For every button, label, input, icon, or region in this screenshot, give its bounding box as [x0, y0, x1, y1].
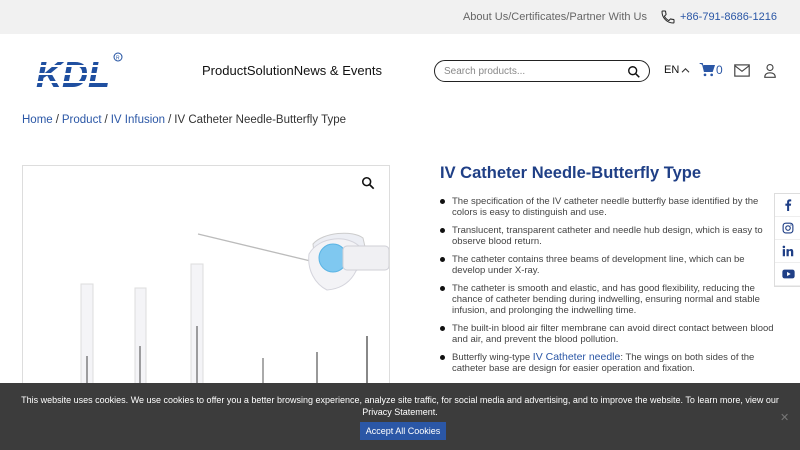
feature-item: The built-in blood air filter membrane c…	[440, 323, 776, 345]
facebook-icon[interactable]	[775, 194, 800, 217]
kdl-logo[interactable]: KDL R	[34, 51, 124, 93]
accept-cookies-button[interactable]: Accept All Cookies	[360, 422, 446, 440]
social-sidebar	[774, 193, 800, 287]
nav-solution[interactable]: Solution	[247, 63, 294, 78]
cookie-banner: This website uses cookies. We use cookie…	[0, 383, 800, 450]
linkedin-icon[interactable]	[775, 240, 800, 263]
cart-button[interactable]: 0	[699, 62, 723, 77]
product-title: IV Catheter Needle-Butterfly Type	[440, 164, 702, 182]
breadcrumb: Home / Product / IV Infusion / IV Cathet…	[22, 114, 346, 126]
butterfly-catheter	[197, 232, 389, 291]
main-nav: Product Solution News & Events	[202, 63, 382, 78]
certificates-link[interactable]: Certificates	[511, 11, 566, 23]
feature-item: The catheter contains three beams of dev…	[440, 254, 776, 276]
nav-news-events[interactable]: News & Events	[294, 63, 382, 78]
phone-contact[interactable]: +86-791-8686-1216	[660, 9, 777, 25]
feature-item: The catheter is smooth and elastic, and …	[440, 283, 776, 316]
breadcrumb-home[interactable]: Home	[22, 114, 53, 126]
feature-item: Translucent, transparent catheter and ne…	[440, 225, 776, 247]
breadcrumb-separator: /	[104, 114, 108, 126]
top-links: About Us / Certificates / Partner With U…	[463, 11, 647, 23]
product-image	[80, 232, 389, 394]
breadcrumb-current: IV Catheter Needle-Butterfly Type	[174, 114, 347, 126]
breadcrumb-product[interactable]: Product	[62, 114, 102, 126]
nav-product[interactable]: Product	[202, 63, 247, 78]
breadcrumb-separator: /	[55, 114, 59, 126]
search-box	[434, 60, 650, 82]
mail-icon[interactable]	[734, 64, 750, 77]
partner-link[interactable]: Partner With Us	[569, 11, 647, 23]
search-input[interactable]	[444, 64, 624, 78]
youtube-icon[interactable]	[775, 263, 800, 286]
feature-prefix: Butterfly wing-type	[452, 352, 533, 363]
product-image-gallery[interactable]	[22, 165, 390, 395]
phone-icon	[661, 10, 675, 24]
language-selector[interactable]: EN	[664, 64, 690, 76]
iv-catheter-needle-link[interactable]: IV Catheter needle	[533, 351, 621, 363]
main-header: KDL R Product Solution News & Events EN …	[0, 34, 800, 108]
close-icon[interactable]: ✕	[780, 411, 789, 424]
feature-item: The specification of the IV catheter nee…	[440, 196, 776, 218]
user-icon[interactable]	[763, 63, 777, 78]
cart-count: 0	[716, 62, 723, 77]
top-bar: About Us / Certificates / Partner With U…	[0, 0, 800, 34]
feature-item: Butterfly wing-type IV Catheter needle: …	[440, 352, 776, 374]
chevron-up-icon	[681, 67, 690, 73]
breadcrumb-separator: /	[168, 114, 172, 126]
search-icon[interactable]	[627, 65, 641, 79]
language-label: EN	[664, 64, 680, 76]
about-us-link[interactable]: About Us	[463, 11, 508, 23]
zoom-icon[interactable]	[361, 176, 375, 190]
cart-icon	[699, 63, 715, 77]
cookie-message: This website uses cookies. We use cookie…	[21, 395, 779, 417]
phone-number[interactable]: +86-791-8686-1216	[680, 11, 777, 23]
svg-text:R: R	[116, 56, 120, 62]
instagram-icon[interactable]	[775, 217, 800, 240]
breadcrumb-iv-infusion[interactable]: IV Infusion	[111, 114, 165, 126]
feature-list: The specification of the IV catheter nee…	[440, 196, 776, 381]
